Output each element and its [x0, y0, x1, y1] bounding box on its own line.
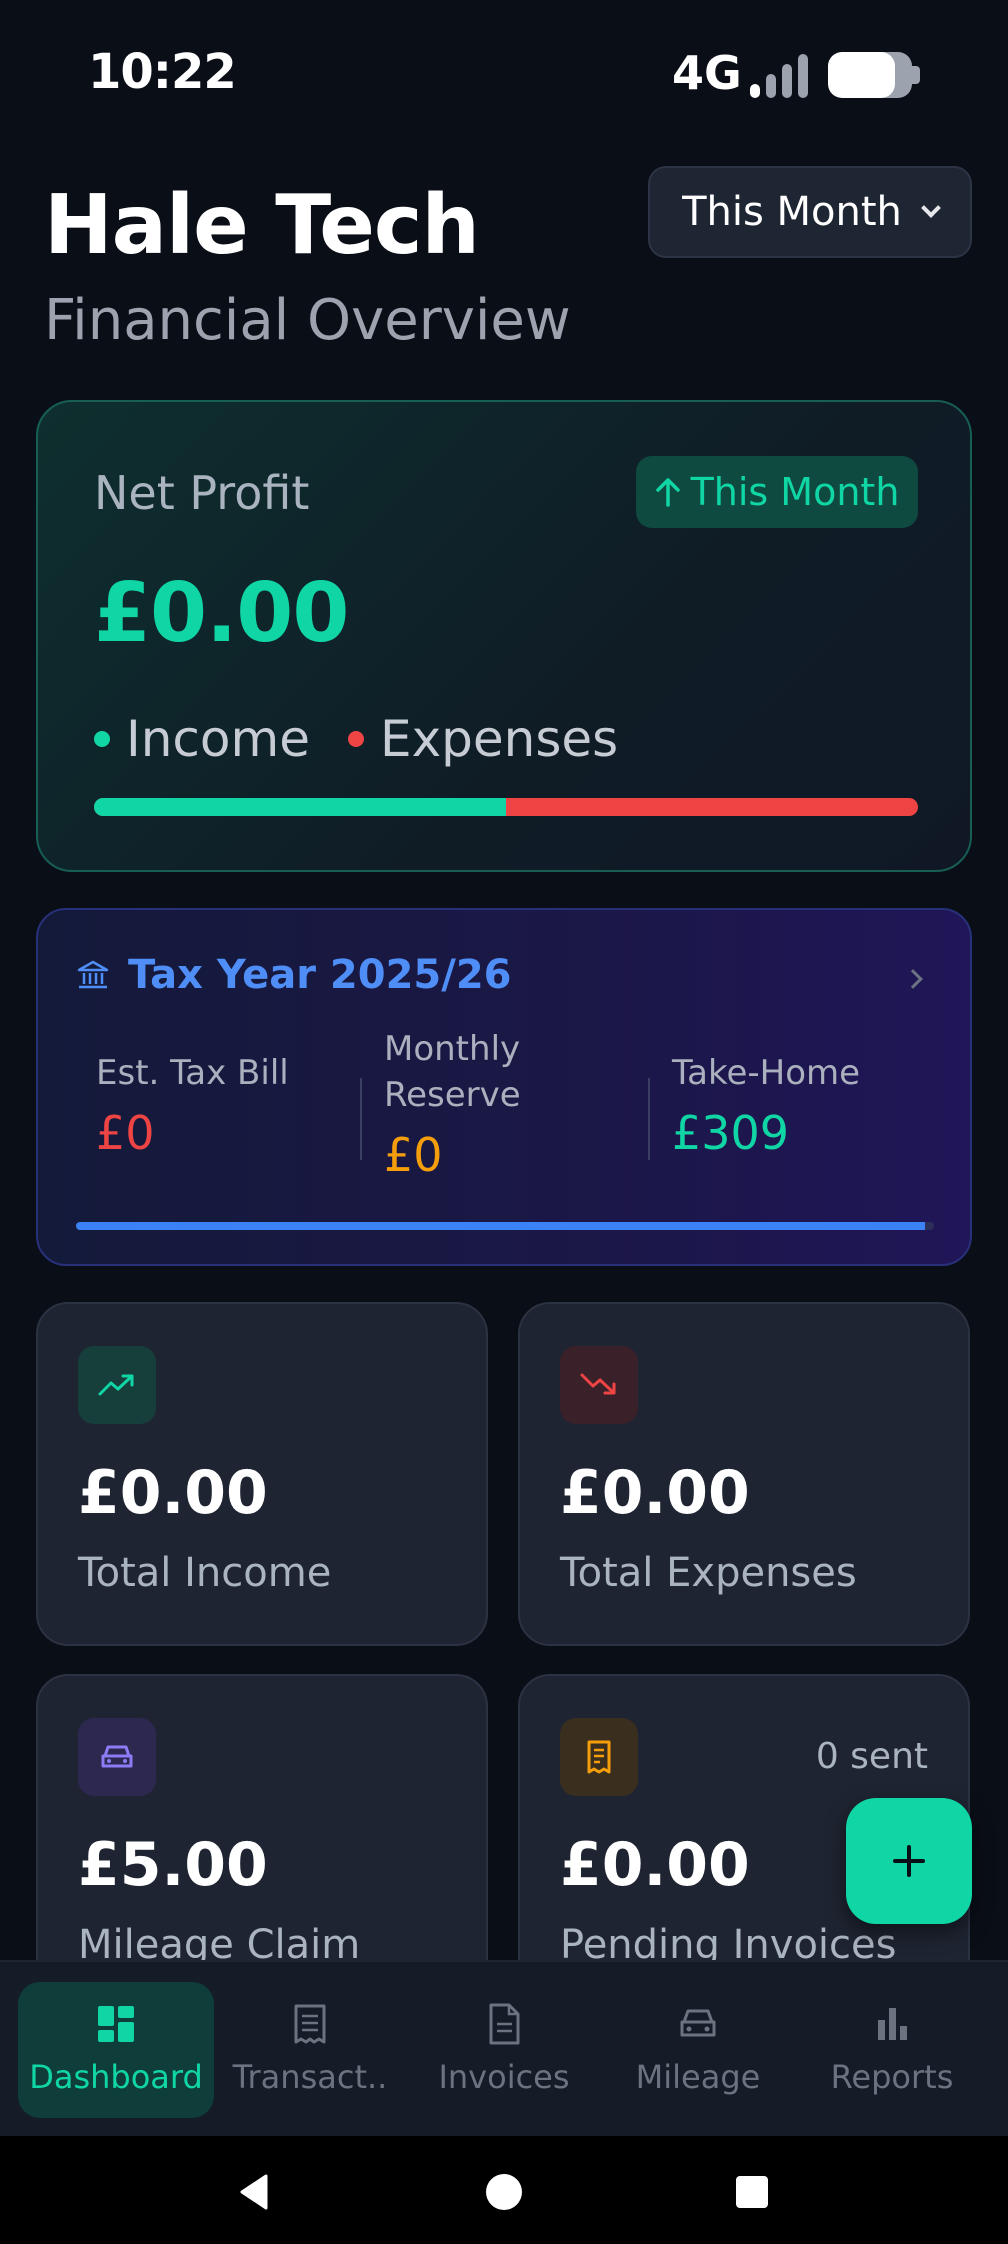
document-icon	[489, 2003, 520, 2045]
tab-transactions[interactable]: Transact..	[212, 1982, 408, 2118]
bar-chart-icon	[878, 2008, 907, 2040]
net-profit-card: Net Profit This Month £0.00 Income Expen…	[36, 400, 972, 872]
est-tax-label: Est. Tax Bill	[96, 1053, 289, 1093]
invoices-sent-count: 0 sent	[815, 1736, 928, 1777]
tab-dashboard-label: Dashboard	[29, 2058, 203, 2096]
tax-year-card[interactable]: Tax Year 2025/26 Est. Tax Bill £0 Monthl…	[36, 908, 972, 1266]
chevron-down-icon	[921, 198, 941, 218]
tax-year-header: Tax Year 2025/26	[76, 952, 512, 998]
income-dot-icon	[94, 731, 110, 747]
profit-legend: Income Expenses	[94, 710, 656, 768]
mileage-claim-value: £5.00	[78, 1830, 268, 1900]
net-profit-value: £0.00	[94, 566, 349, 661]
tab-reports-label: Reports	[830, 2058, 954, 2096]
monthly-reserve: Monthly Reserve £0	[384, 1026, 644, 1182]
page-title: Hale Tech	[44, 178, 480, 273]
legend-expenses-label: Expenses	[379, 710, 619, 768]
arrow-up-icon	[655, 478, 680, 507]
period-badge-label: This Month	[690, 470, 900, 514]
income-segment	[94, 798, 506, 816]
page-subtitle: Financial Overview	[44, 288, 571, 353]
trend-up-icon	[78, 1346, 156, 1424]
total-income-label: Total Income	[78, 1550, 332, 1596]
period-badge: This Month	[636, 456, 918, 528]
take-home: Take-Home £309	[672, 1050, 932, 1160]
total-expenses-label: Total Expenses	[560, 1550, 857, 1596]
dashboard-icon	[98, 2006, 134, 2042]
tax-progress-fill	[76, 1222, 926, 1230]
receipt-icon	[294, 2004, 326, 2044]
takehome-label: Take-Home	[672, 1053, 861, 1093]
total-expenses-card[interactable]: £0.00 Total Expenses	[518, 1302, 970, 1646]
tab-mileage-label: Mileage	[635, 2058, 761, 2096]
legend-expenses: Expenses	[347, 710, 619, 768]
battery-icon	[828, 52, 920, 98]
car-icon	[680, 2009, 716, 2037]
total-income-card[interactable]: £0.00 Total Income	[36, 1302, 488, 1646]
takehome-value: £309	[672, 1106, 790, 1160]
home-icon[interactable]	[484, 2172, 524, 2212]
bottom-tab-bar: Dashboard Transact.. Invoices Mileage Re…	[0, 1960, 1008, 2136]
period-selector-button[interactable]: This Month	[648, 166, 972, 258]
est-tax-bill: Est. Tax Bill £0	[96, 1050, 356, 1160]
receipt-icon	[560, 1718, 638, 1796]
reserve-value: £0	[384, 1128, 443, 1182]
period-label: This Month	[682, 189, 902, 235]
reserve-label-line1: Monthly	[384, 1029, 521, 1069]
signal-icon	[750, 52, 810, 98]
tab-dashboard[interactable]: Dashboard	[18, 1982, 214, 2118]
tab-transactions-label: Transact..	[232, 2058, 388, 2096]
net-profit-label: Net Profit	[94, 466, 310, 520]
system-nav-bar	[0, 2136, 1008, 2244]
total-income-value: £0.00	[78, 1458, 268, 1528]
tab-mileage[interactable]: Mileage	[600, 1982, 796, 2118]
status-time: 10:22	[88, 44, 237, 100]
bank-icon	[77, 960, 109, 989]
add-fab-button[interactable]	[846, 1798, 972, 1924]
trend-down-icon	[560, 1346, 638, 1424]
divider	[360, 1078, 362, 1160]
pending-invoices-value: £0.00	[560, 1830, 750, 1900]
income-expense-bar	[94, 798, 918, 816]
reserve-label-line2: Reserve	[384, 1075, 521, 1115]
plus-icon	[893, 1845, 925, 1877]
chevron-right-icon	[903, 969, 923, 989]
est-tax-value: £0	[96, 1106, 155, 1160]
tax-year-title: Tax Year 2025/26	[128, 952, 512, 998]
car-icon	[78, 1718, 156, 1796]
legend-income-label: Income	[126, 710, 310, 768]
tab-invoices-label: Invoices	[438, 2058, 570, 2096]
network-type: 4G	[672, 46, 742, 100]
expenses-dot-icon	[347, 731, 364, 747]
legend-income: Income	[94, 710, 310, 768]
tab-reports[interactable]: Reports	[794, 1982, 990, 2118]
tab-invoices[interactable]: Invoices	[406, 1982, 602, 2118]
tax-progress-bar	[76, 1222, 934, 1230]
divider	[648, 1078, 650, 1160]
status-bar: 10:22 4G	[0, 0, 1008, 150]
total-expenses-value: £0.00	[560, 1458, 750, 1528]
back-icon[interactable]	[234, 2172, 274, 2212]
recents-icon[interactable]	[734, 2174, 770, 2210]
